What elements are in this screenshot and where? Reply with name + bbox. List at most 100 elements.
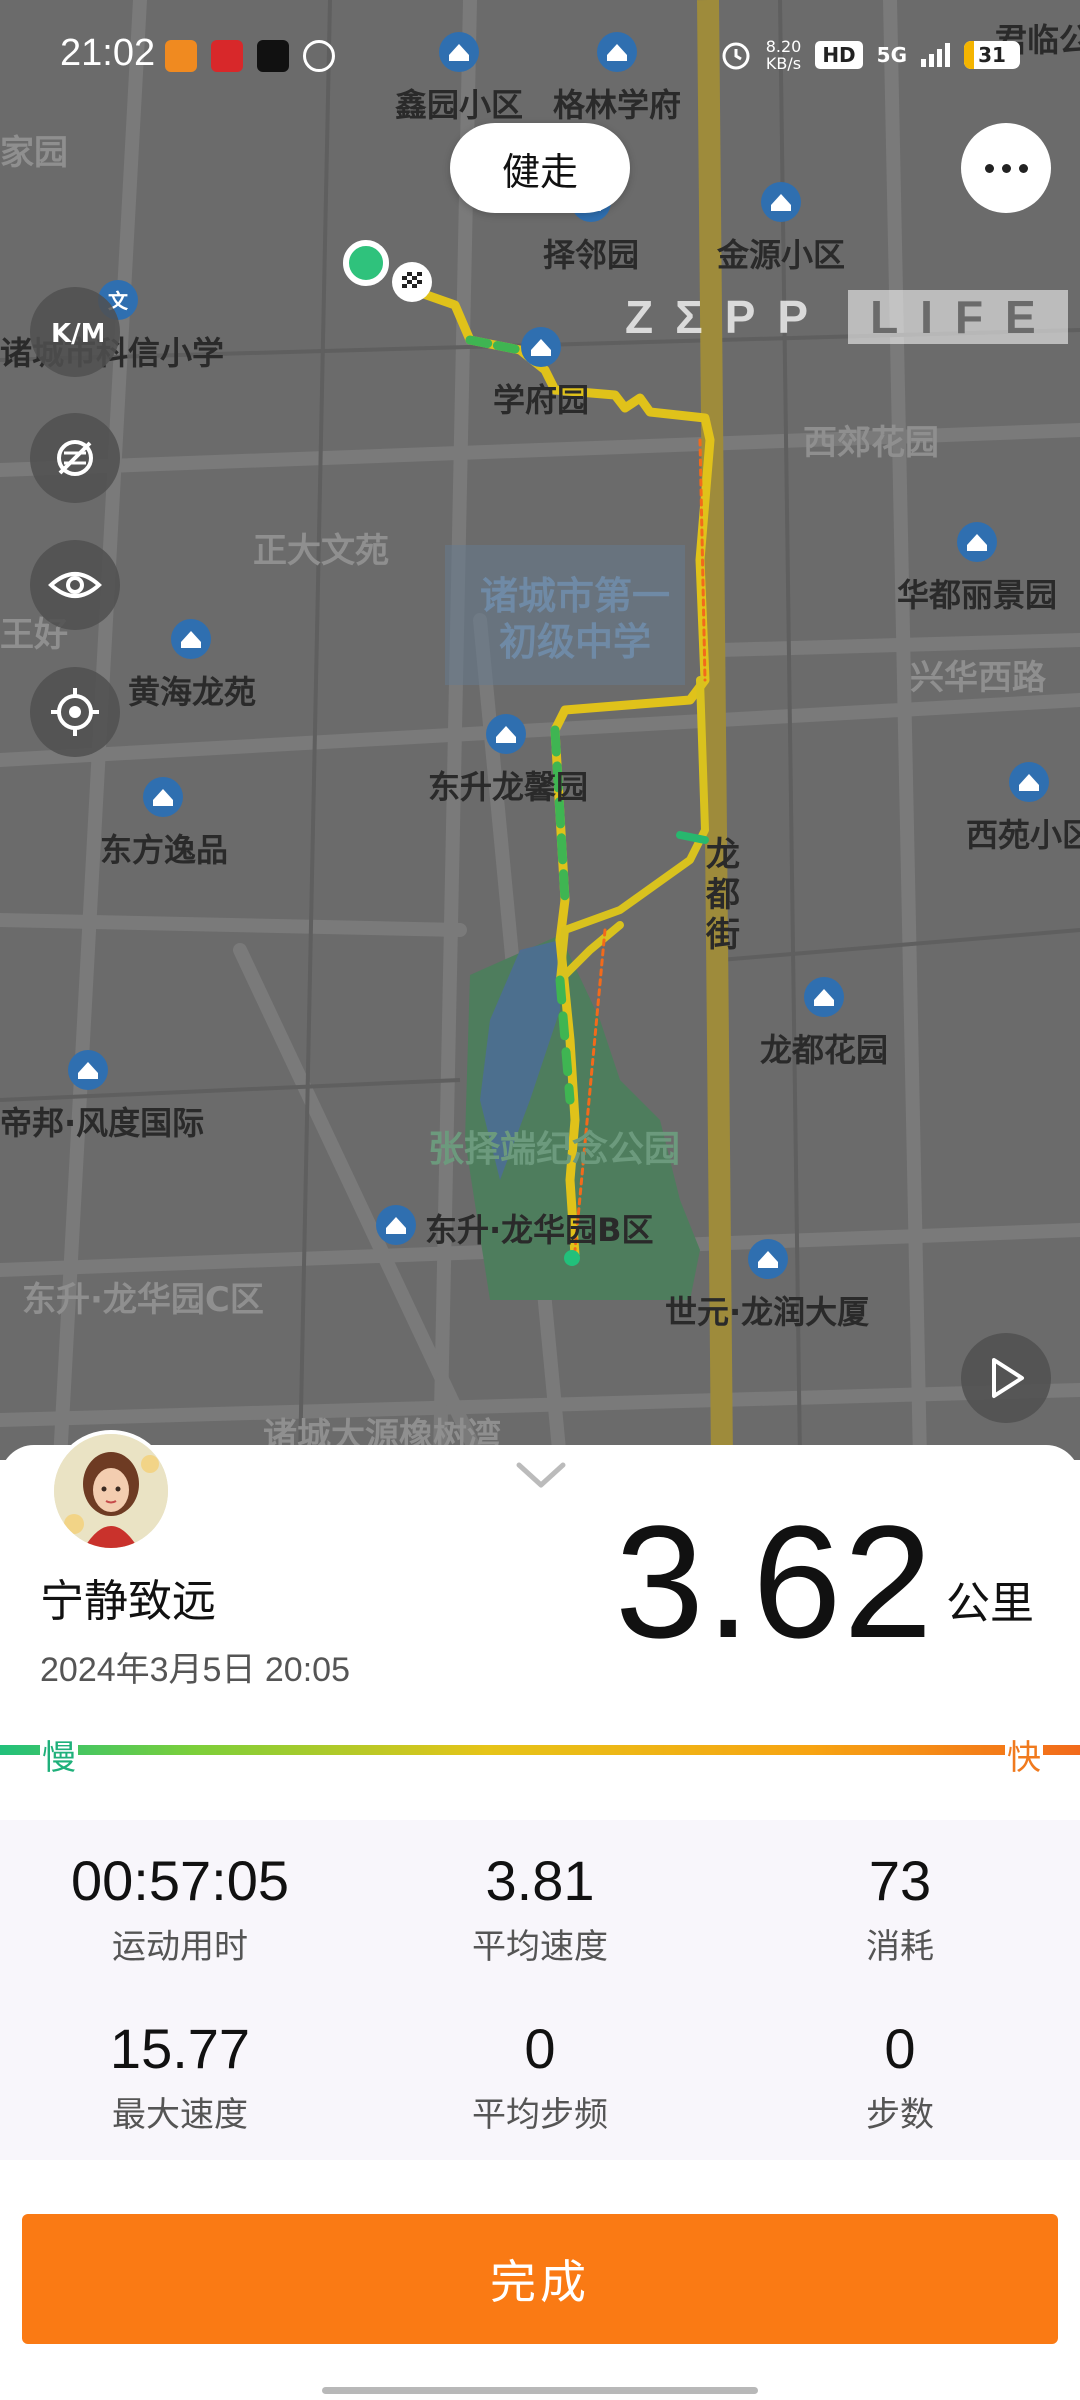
street-char-2: 都 [706, 875, 740, 915]
battery-icon: 31 [964, 41, 1020, 69]
poi-longdu[interactable]: 龙都花园 [760, 975, 888, 1071]
visibility-toggle-button[interactable] [30, 540, 120, 630]
poi-jinyuan[interactable]: 金源小区 [717, 180, 845, 276]
status-right: 8.20 KB/s HD 5G 31 [720, 38, 1020, 72]
signal-icon [921, 43, 950, 67]
building-pin-icon [748, 1239, 788, 1279]
play-icon [992, 1358, 1024, 1398]
home-indicator[interactable] [322, 2387, 758, 2394]
stat-calories: 73 消耗 [720, 1848, 1080, 1968]
stat-value: 73 [868, 1849, 932, 1912]
eye-icon [48, 572, 102, 598]
more-options-button[interactable] [961, 123, 1051, 213]
finish-flag-marker [392, 262, 432, 302]
orange-app-icon [165, 40, 197, 72]
poi-longhua-b[interactable]: 东升·龙华园B区 [373, 1203, 654, 1253]
avatar[interactable] [50, 1430, 172, 1552]
pace-slow-label: 慢 [40, 1730, 78, 1779]
watermark-zepp: ZΣPP [625, 291, 831, 343]
poi-dibang[interactable]: 帝邦·风度国际 [0, 1048, 204, 1144]
svg-text:K/M: K/M [51, 319, 103, 349]
stat-steps: 0 步数 [720, 2016, 1080, 2136]
map-layer-off-icon [57, 440, 93, 476]
stat-avg-speed: 3.81 平均速度 [360, 1848, 720, 1968]
building-pin-icon [1009, 762, 1049, 802]
building-pin-icon [957, 522, 997, 562]
stat-value: 0 [884, 2017, 916, 2080]
area-xijiao: 西郊花园 [803, 423, 939, 463]
stat-duration: 00:57:05 运动用时 [0, 1848, 360, 1968]
street-longdu: 龙 都 街 [703, 835, 743, 955]
start-marker [343, 240, 389, 286]
dot-icon [984, 163, 994, 173]
stat-value: 0 [524, 2017, 556, 2080]
activity-datetime: 2024年3月5日 20:05 [40, 1651, 350, 1689]
poi-shiyuan[interactable]: 世元·龙润大厦 [665, 1237, 869, 1333]
zepp-life-watermark: ZΣPP LIFE [625, 287, 1068, 347]
poi-huadu[interactable]: 华都丽景园 [897, 520, 1057, 616]
avatar-image [54, 1434, 168, 1548]
stats-panel: 00:57:05 运动用时 3.81 平均速度 73 消耗 15.77 最大速度… [0, 1820, 1080, 2160]
road-xinghua-west: 兴华西路 [910, 658, 1046, 698]
done-button[interactable]: 完成 [22, 2214, 1058, 2344]
poi-xiyuan[interactable]: 西苑小区 [966, 760, 1080, 856]
hd-icon: HD [815, 41, 863, 69]
area-longhua-c: 东升·龙华园C区 [22, 1280, 264, 1320]
battery-level: 31 [978, 43, 1006, 67]
wechat-icon [303, 40, 335, 72]
building-pin-icon [376, 1205, 416, 1245]
distance-unit: 公里 [946, 1578, 1034, 1629]
park-label: 张择端纪念公园 [428, 1129, 681, 1170]
username: 宁静致远 [40, 1576, 216, 1627]
tiktok-icon [257, 40, 289, 72]
dot-icon [1018, 163, 1028, 173]
street-char-3: 街 [706, 915, 740, 955]
poi-longxin[interactable]: 东升龙馨园 [428, 712, 588, 808]
stat-value: 15.77 [109, 2017, 251, 2080]
building-pin-icon [143, 777, 183, 817]
chevron-down-icon[interactable] [511, 1455, 571, 1495]
poi-dongfang[interactable]: 东方逸品 [100, 775, 228, 871]
building-pin-icon [521, 327, 561, 367]
poi-huanghai[interactable]: 黄海龙苑 [128, 617, 256, 713]
stat-avg-cadence: 0 平均步频 [360, 2016, 720, 2136]
red-app-icon [211, 40, 243, 72]
locate-button[interactable] [30, 667, 120, 757]
building-pin-icon [804, 977, 844, 1017]
network-speed: 8.20 KB/s [765, 37, 802, 73]
replay-button[interactable] [961, 1333, 1051, 1423]
map-layer-toggle-button[interactable] [30, 413, 120, 503]
building-pin-icon [761, 182, 801, 222]
poi-xuefu[interactable]: 学府园 [493, 325, 589, 421]
alarm-icon [722, 42, 750, 70]
network-type: 5G [876, 43, 907, 67]
stat-label: 消耗 [866, 1927, 934, 1967]
area-zhengda: 正大文苑 [253, 531, 389, 571]
status-bar: 21:02 8.20 KB/s HD 5G 31 [0, 0, 1080, 110]
stat-max-speed: 15.77 最大速度 [0, 2016, 360, 2136]
notification-icons [165, 40, 335, 72]
activity-type-pill[interactable]: 健走 [450, 123, 630, 213]
pace-gradient-bar [0, 1745, 1080, 1755]
pace-fast-label: 快 [1005, 1730, 1043, 1779]
building-pin-icon [171, 619, 211, 659]
school-label-line1: 诸城市第一 [480, 574, 671, 618]
stat-label: 运动用时 [112, 1927, 248, 1967]
dot-icon [1001, 163, 1011, 173]
stat-value: 00:57:05 [71, 1849, 289, 1912]
map-view[interactable]: 鑫园小区 格林学府 君临公 择邻园 金源小区 文 诸城市科信小学 学府园 西郊花… [0, 0, 1080, 1460]
status-time: 21:02 [60, 32, 156, 74]
school-label-diyi: 诸城市第一 初级中学 [480, 573, 670, 665]
km-toggle-icon: K/M [51, 319, 103, 349]
building-pin-icon [486, 714, 526, 754]
stat-label: 最大速度 [112, 2095, 248, 2135]
km-toggle-button[interactable]: K/M [30, 287, 120, 377]
school-label-line2: 初级中学 [499, 620, 652, 664]
stat-label: 平均步频 [472, 2095, 608, 2135]
street-char-1: 龙 [706, 835, 740, 875]
area-jiayuan: 家园 [0, 133, 68, 173]
stat-label: 平均速度 [472, 1927, 608, 1967]
stat-label: 步数 [866, 2095, 934, 2135]
locate-icon [51, 688, 99, 736]
stat-value: 3.81 [485, 1849, 595, 1912]
